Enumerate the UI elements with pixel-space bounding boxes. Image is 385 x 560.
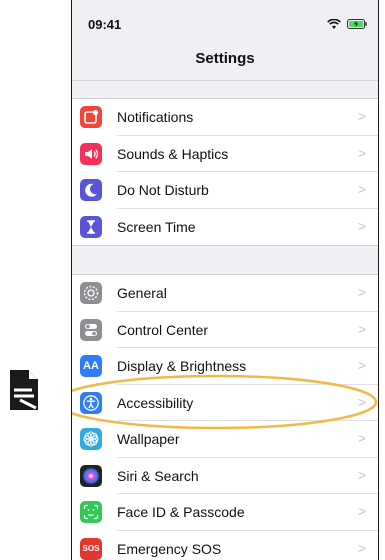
flower-icon: [80, 428, 102, 450]
chevron-right-icon: >: [357, 393, 366, 410]
settings-row-label: Face ID & Passcode: [117, 504, 245, 520]
settings-row-label: Siri & Search: [117, 467, 199, 484]
page-title: Settings: [195, 50, 255, 67]
wifi-icon: [327, 19, 341, 29]
settings-group-2: General > Control Center > AA Display & Brigh…: [72, 274, 378, 560]
settings-row-notifications[interactable]: Notifications >: [72, 99, 378, 136]
settings-row-label: Accessibility: [117, 394, 194, 411]
status-bar: 09:41: [72, 0, 378, 40]
notifications-icon: [80, 106, 102, 128]
chevron-right-icon: >: [357, 503, 366, 519]
chevron-right-icon: >: [357, 539, 366, 556]
chevron-right-icon: >: [357, 320, 366, 337]
settings-row-label: Notifications: [117, 109, 194, 125]
chevron-right-icon: >: [357, 466, 366, 483]
settings-row-screen-time[interactable]: Screen Time >: [72, 209, 378, 246]
chevron-right-icon: >: [357, 181, 366, 197]
document-icon: [10, 370, 38, 410]
chevron-right-icon: >: [357, 284, 366, 300]
settings-group-1: Notifications > Sounds & Haptics > Do Not Di…: [72, 98, 378, 246]
chevron-right-icon: >: [357, 108, 366, 124]
phone-screen: 09:41 Settings Notifications > Sounds & Ha…: [71, 0, 379, 560]
settings-row-label: Do Not Disturb: [117, 182, 209, 198]
chevron-right-icon: >: [357, 430, 366, 446]
settings-row-label: Screen Time: [117, 218, 196, 235]
settings-row-general[interactable]: General >: [72, 275, 378, 312]
speaker-icon: [80, 142, 102, 165]
hourglass-icon: [80, 215, 102, 238]
sos-icon: SOS: [80, 537, 102, 560]
settings-row-label: General: [117, 285, 167, 301]
settings-row-face-id-passcode[interactable]: Face ID & Passcode >: [72, 494, 378, 531]
face-id-icon: [80, 501, 102, 523]
settings-row-label: Display & Brightness: [117, 358, 247, 374]
status-time: 09:41: [88, 17, 122, 32]
settings-row-wallpaper[interactable]: Wallpaper >: [72, 421, 378, 458]
chevron-right-icon: >: [357, 357, 366, 373]
settings-row-label: Emergency SOS: [117, 540, 222, 557]
battery-charging-icon: [347, 19, 367, 29]
gear-icon: [80, 282, 102, 304]
chevron-right-icon: >: [357, 144, 366, 161]
settings-row-control-center[interactable]: Control Center >: [72, 312, 378, 348]
text-size-icon: AA: [80, 355, 102, 377]
moon-icon: [80, 179, 102, 201]
nav-divider: [72, 80, 378, 81]
settings-row-sounds-haptics[interactable]: Sounds & Haptics >: [72, 136, 378, 172]
settings-row-display-brightness[interactable]: AA Display & Brightness >: [72, 348, 378, 385]
settings-row-emergency-sos[interactable]: SOS Emergency SOS >: [72, 531, 378, 560]
chevron-right-icon: >: [357, 217, 366, 234]
settings-row-label: Sounds & Haptics: [117, 145, 229, 162]
settings-row-accessibility[interactable]: Accessibility >: [72, 385, 378, 421]
settings-row-siri-search[interactable]: Siri & Search >: [72, 458, 378, 494]
accessibility-icon: [80, 391, 102, 414]
settings-row-do-not-disturb[interactable]: Do Not Disturb >: [72, 172, 378, 209]
toggles-icon: [80, 318, 102, 341]
settings-row-label: Control Center: [117, 321, 209, 338]
siri-icon: [80, 464, 102, 487]
settings-row-label: Wallpaper: [117, 431, 180, 447]
